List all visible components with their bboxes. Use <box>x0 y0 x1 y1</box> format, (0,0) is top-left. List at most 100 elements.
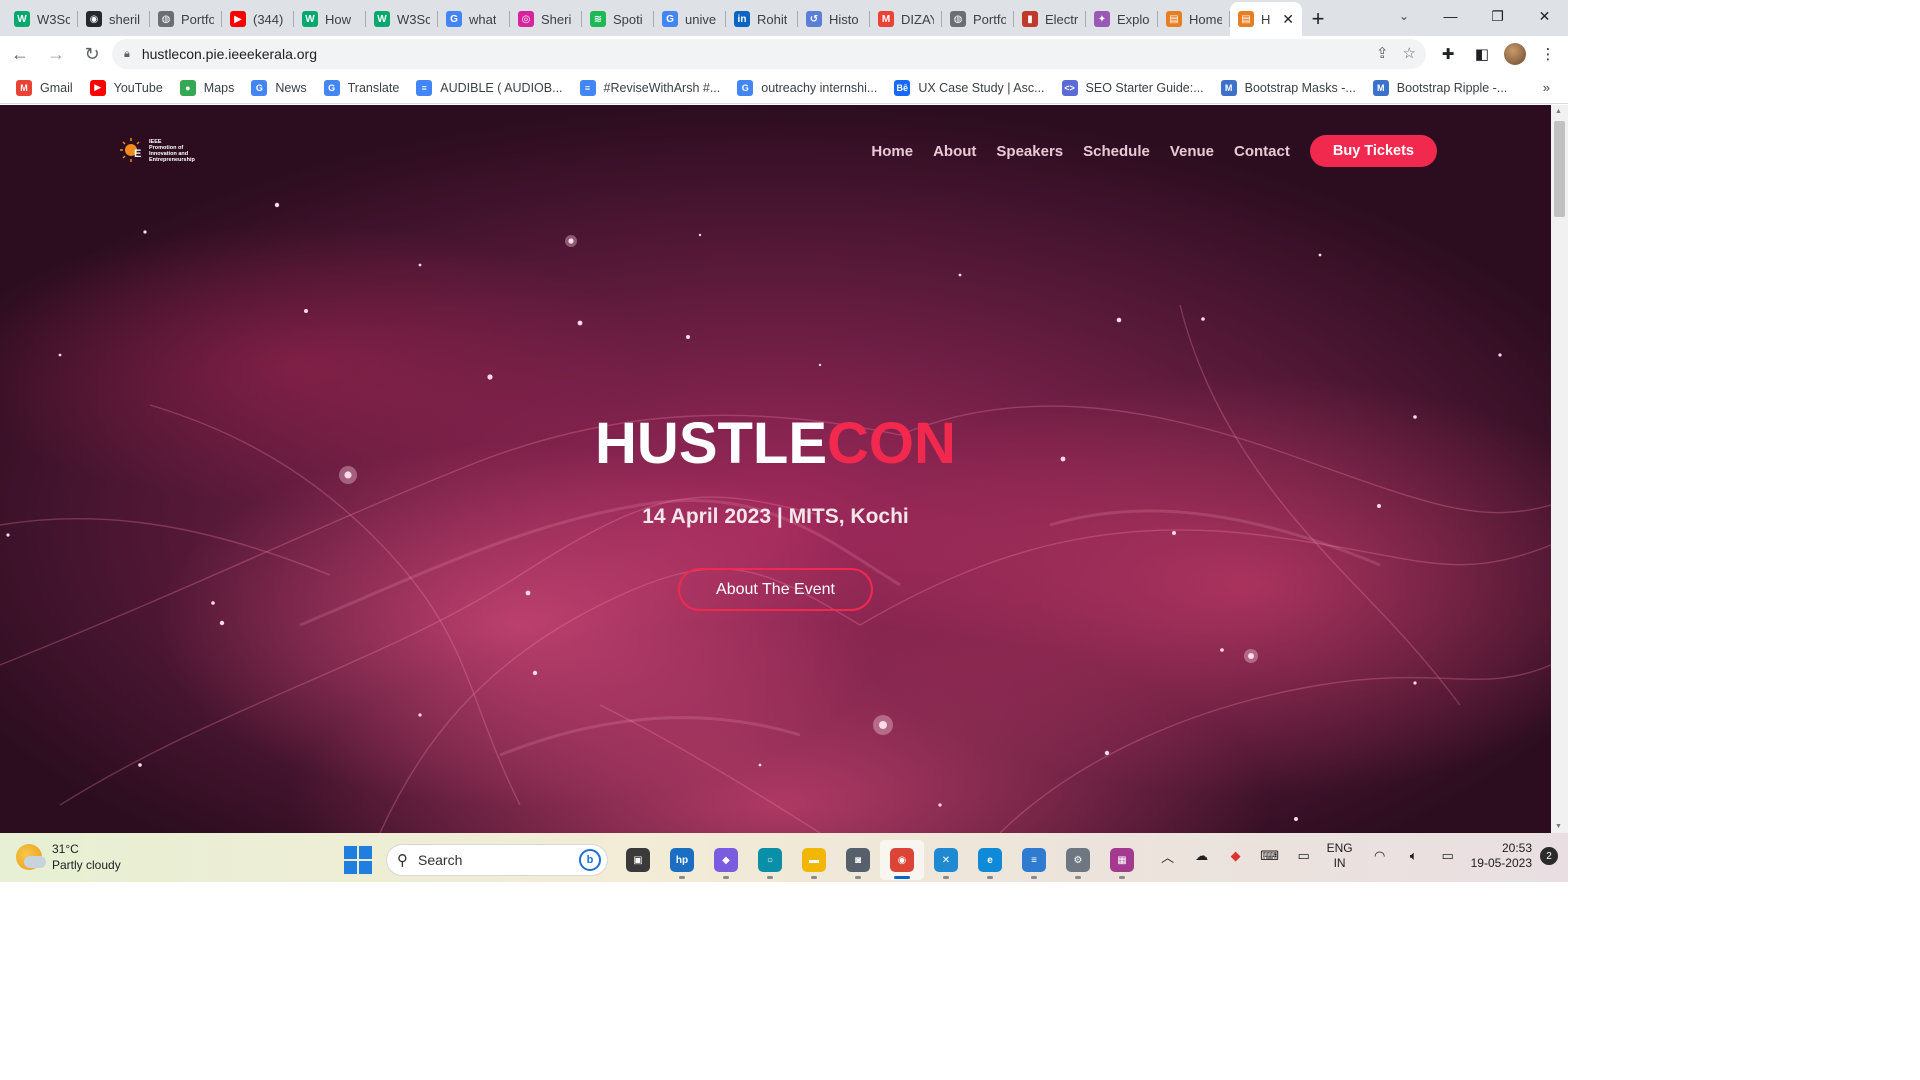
close-tab-icon[interactable]: ✕ <box>1282 11 1294 28</box>
url-text[interactable]: hustlecon.pie.ieeekerala.org <box>142 46 317 62</box>
taskbar-app-file-explorer[interactable]: ▬ <box>792 840 836 880</box>
bookmark-item[interactable]: M Bootstrap Ripple -... <box>1372 79 1507 96</box>
bookmark-item[interactable]: Goutreachy internshi... <box>737 79 877 96</box>
taskbar-search[interactable]: ⚲ Search b <box>386 844 608 876</box>
restore-icon[interactable]: ❐ <box>1474 0 1521 32</box>
browser-tab[interactable]: ◉ sheril <box>78 2 150 36</box>
taskbar-app-settings[interactable]: ⚙ <box>1056 840 1100 880</box>
browser-tab[interactable]: ◍ Portfo <box>942 2 1014 36</box>
taskbar-app-vscode[interactable]: ✕ <box>924 840 968 880</box>
volume-icon[interactable]: 🔈︎ <box>1403 845 1425 867</box>
clock[interactable]: 20:53 19-05-2023 <box>1471 841 1532 871</box>
browser-tab[interactable]: ✦ Explo <box>1086 2 1158 36</box>
bookmark-item[interactable]: ≡ #ReviseWithArsh #... <box>579 79 720 96</box>
browser-tab[interactable]: ▶ (344) <box>222 2 294 36</box>
bing-icon[interactable]: b <box>579 849 601 871</box>
keyboard-icon[interactable]: ⌨ <box>1259 845 1281 867</box>
weather-widget[interactable]: 31°C Partly cloudy <box>16 841 121 873</box>
onedrive-icon[interactable]: ☁ <box>1191 845 1213 867</box>
scroll-up-icon[interactable]: ▲ <box>1555 108 1562 115</box>
taskbar-app-camera[interactable]: ◙ <box>836 840 880 880</box>
windows-start-icon[interactable] <box>344 846 372 874</box>
bookmark-item[interactable]: G Translate <box>323 79 399 96</box>
taskbar-app-edge[interactable]: e <box>968 840 1012 880</box>
browser-tab[interactable]: W W3Sc <box>6 2 78 36</box>
running-indicator <box>1031 876 1037 879</box>
taskbar-app-chrome[interactable]: ◉ <box>880 840 924 880</box>
browser-tab[interactable]: Gunive <box>654 2 726 36</box>
page-scrollbar[interactable]: ▲ ▼ <box>1551 105 1568 833</box>
language-indicator[interactable]: ENG IN <box>1327 841 1353 871</box>
translate-icon: G <box>323 79 340 96</box>
hero-title: HUSTLECON <box>0 410 1551 477</box>
nav-venue[interactable]: Venue <box>1170 143 1214 160</box>
taskbar-app-winrar[interactable]: ▦ <box>1100 840 1144 880</box>
browser-tab[interactable]: Gwhat <box>438 2 510 36</box>
back-icon[interactable]: ← <box>4 38 36 70</box>
taskbar-app-cortana[interactable]: ○ <box>748 840 792 880</box>
browser-tab[interactable]: ◍ Portfo <box>150 2 222 36</box>
running-indicator <box>894 876 910 879</box>
more-bookmarks-icon[interactable]: » <box>1543 80 1550 95</box>
bookmark-item[interactable]: ▶ YouTube <box>89 79 163 96</box>
bookmark-item[interactable]: M Gmail <box>16 79 73 96</box>
browser-tab[interactable]: ▤ H ✕ <box>1230 2 1302 36</box>
browser-tab[interactable]: ↺ Histo <box>798 2 870 36</box>
close-window-icon[interactable]: ✕ <box>1521 0 1568 32</box>
nav-schedule[interactable]: Schedule <box>1083 143 1150 160</box>
taskbar-app-copilot[interactable]: ◆ <box>704 840 748 880</box>
browser-tab[interactable]: ≋ Spoti <box>582 2 654 36</box>
new-tab-button[interactable]: + <box>1302 2 1334 36</box>
nav-contact[interactable]: Contact <box>1234 143 1290 160</box>
browser-tab[interactable]: in Rohit <box>726 2 798 36</box>
taskbar-app-notepad[interactable]: ≡ <box>1012 840 1056 880</box>
battery-icon[interactable]: ▭ <box>1437 845 1459 867</box>
nav-about[interactable]: About <box>933 143 976 160</box>
scroll-thumb[interactable] <box>1554 121 1565 217</box>
bookmark-item[interactable]: G News <box>251 79 307 96</box>
extensions-icon[interactable]: ✚ <box>1436 40 1460 68</box>
forward-icon[interactable]: → <box>40 38 72 70</box>
scroll-down-icon[interactable]: ▼ <box>1555 823 1562 830</box>
lock-icon[interactable]: 🔒︎ <box>124 48 130 61</box>
taskbar-app-task-view[interactable]: ▣ <box>616 840 660 880</box>
tab-title: Portfo <box>181 11 214 27</box>
minimize-icon[interactable]: — <box>1427 0 1474 32</box>
browser-tab[interactable]: M DIZAY <box>870 2 942 36</box>
chevron-up-icon[interactable]: ︿ <box>1157 845 1179 867</box>
notification-badge[interactable]: 2 <box>1540 847 1558 865</box>
running-indicator <box>855 876 861 879</box>
browser-tab[interactable]: W How <box>294 2 366 36</box>
reload-icon[interactable]: ↻ <box>76 38 108 70</box>
bookmark-star-icon[interactable]: ☆ <box>1403 44 1416 62</box>
browser-tab[interactable]: ▤ Home <box>1158 2 1230 36</box>
page-icon: ▤ <box>1238 11 1254 27</box>
buy-tickets-button[interactable]: Buy Tickets <box>1309 135 1437 167</box>
bookmark-item[interactable]: ● Maps <box>179 79 234 96</box>
bookmark-item[interactable]: M Bootstrap Masks -... <box>1220 79 1356 96</box>
tab-search-icon[interactable]: ⌄ <box>1392 4 1416 28</box>
bookmark-item[interactable]: ≡ AUDIBLE ( AUDIOB... <box>416 79 563 96</box>
pie-logo[interactable]: E IEEE Promotion of Innovation and Entre… <box>120 135 195 167</box>
running-indicator <box>811 876 817 879</box>
nav-home[interactable]: Home <box>871 143 913 160</box>
cortana-icon: ○ <box>758 848 782 872</box>
hero-title-accent: CON <box>827 411 956 476</box>
browser-tab[interactable]: ◎ Sheri <box>510 2 582 36</box>
menu-icon[interactable]: ⋮ <box>1536 40 1560 68</box>
address-bar[interactable]: 🔒︎ hustlecon.pie.ieeekerala.org ⇪ ☆ <box>112 39 1426 69</box>
bookmark-item[interactable]: <> SEO Starter Guide:... <box>1061 79 1204 96</box>
side-panel-icon[interactable]: ◧ <box>1470 40 1494 68</box>
profile-avatar[interactable] <box>1504 43 1526 65</box>
touchpad-icon[interactable]: ▭ <box>1293 845 1315 867</box>
bookmark-item[interactable]: Bē UX Case Study | Asc... <box>894 79 1045 96</box>
dropbox-icon[interactable]: ◆ <box>1225 845 1247 867</box>
share-icon[interactable]: ⇪ <box>1376 44 1389 62</box>
nav-speakers[interactable]: Speakers <box>996 143 1063 160</box>
browser-tab[interactable]: W W3Sc <box>366 2 438 36</box>
gmail-icon: M <box>878 11 894 27</box>
taskbar-app-myhp[interactable]: hp <box>660 840 704 880</box>
browser-tab[interactable]: ▮ Electr <box>1014 2 1086 36</box>
wifi-icon[interactable]: ◠ <box>1369 845 1391 867</box>
about-event-button[interactable]: About The Event <box>678 568 873 611</box>
